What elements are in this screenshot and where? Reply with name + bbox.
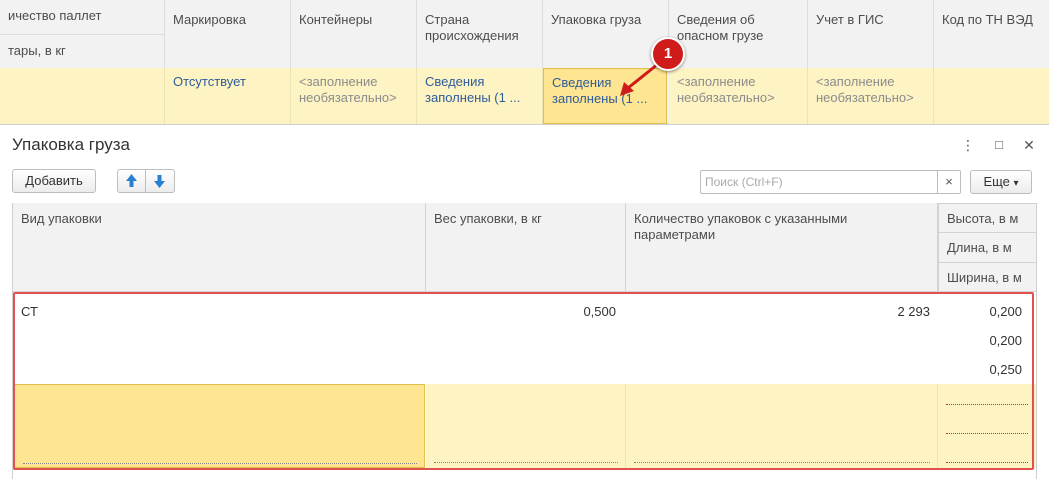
cell-packaging-weight[interactable]: 0,500 [430, 304, 616, 320]
add-button[interactable]: Добавить [12, 169, 96, 193]
move-up-button[interactable] [117, 169, 146, 193]
header-label: Учет в ГИС [816, 12, 884, 27]
cell-marking[interactable]: Отсутствует [165, 68, 291, 124]
placeholder-text: <заполнение [299, 74, 378, 89]
dialog-title: Упаковка груза [12, 135, 131, 154]
required-length-underline [946, 433, 1028, 434]
move-down-button[interactable] [146, 169, 175, 193]
arrow-down-icon [154, 175, 165, 188]
cell-length[interactable]: 0,200 [940, 333, 1022, 349]
cell-tnved[interactable] [934, 68, 1049, 124]
cell-pallets[interactable] [0, 68, 165, 124]
cell-dangerous-cargo[interactable]: <заполнение необязательно> [669, 68, 808, 124]
column-header-pallets-qty[interactable]: ичество паллет [0, 0, 165, 34]
placeholder-text: необязательно> [816, 90, 914, 105]
chevron-down-icon: ▾ [1013, 178, 1019, 189]
header-label: Количество упаковок с указанными парамет… [634, 211, 848, 242]
placeholder-text: необязательно> [299, 90, 397, 105]
header-label: Длина, в м [947, 240, 1012, 255]
header-label: опасном грузе [677, 28, 764, 43]
header-label: тары, в кг [8, 43, 66, 58]
column-header-origin-country[interactable]: Страна происхождения [417, 0, 543, 68]
header-label: Сведения об [677, 12, 755, 27]
origin-link[interactable]: заполнены (1 ... [425, 90, 534, 106]
step-callout-badge: 1 [651, 37, 685, 71]
cell-height[interactable]: 0,200 [940, 304, 1022, 320]
cell-packages-count[interactable]: 2 293 [630, 304, 930, 320]
placeholder-text: <заполнение [677, 74, 756, 89]
column-header-packaging-weight[interactable]: Вес упаковки, в кг [426, 203, 626, 292]
column-header-packages-count[interactable]: Количество упаковок с указанными парамет… [626, 203, 938, 292]
header-label: Страна [425, 12, 470, 27]
maximize-icon[interactable]: □ [990, 136, 1008, 154]
column-header-marking[interactable]: Маркировка [165, 0, 291, 68]
column-header-dangerous-cargo[interactable]: Сведения об опасном грузе [669, 0, 808, 68]
new-row-packaging-type-cell[interactable] [14, 384, 425, 468]
header-label: Ширина, в м [947, 270, 1022, 285]
header-label: происхождения [425, 28, 519, 43]
marking-link[interactable]: Отсутствует [173, 74, 246, 89]
cell-width[interactable]: 0,250 [940, 362, 1022, 378]
callout-number: 1 [663, 45, 673, 62]
column-header-tare-weight[interactable]: тары, в кг [0, 34, 165, 68]
cell-gis[interactable]: <заполнение необязательно> [808, 68, 934, 124]
new-row-packages-count-cell[interactable] [626, 384, 938, 468]
new-row-dimensions-cell[interactable] [938, 384, 1036, 468]
close-icon[interactable]: ✕ [1020, 136, 1038, 154]
header-label: Высота, в м [947, 211, 1019, 226]
more-label: Еще [983, 174, 1010, 189]
arrow-up-icon [126, 174, 137, 187]
more-button[interactable]: Еще ▾ [970, 170, 1032, 194]
column-header-width[interactable]: Ширина, в м [938, 263, 1036, 292]
column-header-packaging-type[interactable]: Вид упаковки [13, 203, 426, 292]
more-actions-icon[interactable]: ⋮ [959, 136, 977, 154]
header-label: Вес упаковки, в кг [434, 211, 542, 226]
header-label: Упаковка груза [551, 12, 642, 27]
input-underline [434, 462, 618, 463]
header-label: Маркировка [173, 12, 246, 27]
cell-packaging-type[interactable]: СТ [21, 304, 38, 320]
search-clear-button[interactable]: × [937, 170, 961, 194]
placeholder-text: <заполнение [816, 74, 895, 89]
header-label: ичество паллет [8, 8, 102, 23]
required-width-underline [946, 462, 1028, 463]
cell-containers[interactable]: <заполнение необязательно> [291, 68, 417, 124]
new-row-packaging-weight-cell[interactable] [426, 384, 626, 468]
input-underline [23, 463, 417, 464]
column-header-height[interactable]: Высота, в м [938, 204, 1036, 233]
column-header-containers[interactable]: Контейнеры [291, 0, 417, 68]
column-header-tnved[interactable]: Код по ТН ВЭД [934, 0, 1049, 68]
origin-link[interactable]: Сведения [425, 74, 534, 90]
header-label: Контейнеры [299, 12, 373, 27]
search-input[interactable]: Поиск (Ctrl+F) [700, 170, 938, 194]
input-underline [634, 462, 930, 463]
column-header-gis[interactable]: Учет в ГИС [808, 0, 934, 68]
header-label: Вид упаковки [21, 211, 102, 226]
column-header-length[interactable]: Длина, в м [938, 233, 1036, 263]
placeholder-text: необязательно> [677, 90, 775, 105]
cell-origin-country[interactable]: Сведения заполнены (1 ... [417, 68, 543, 124]
header-label: Код по ТН ВЭД [942, 12, 1033, 27]
required-height-underline [946, 404, 1028, 405]
